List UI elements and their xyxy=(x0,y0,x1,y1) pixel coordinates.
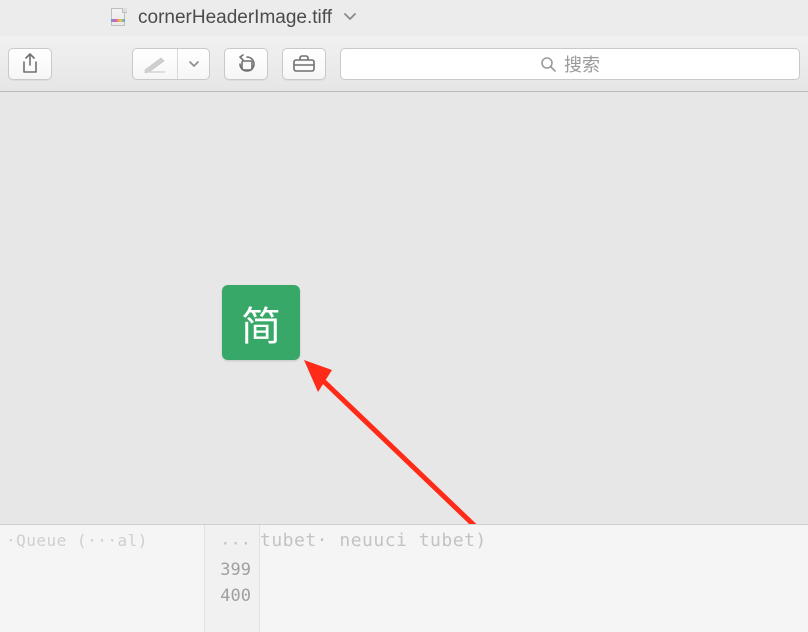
annotation-arrow xyxy=(0,92,808,524)
line-number: 399 xyxy=(205,557,251,583)
share-icon xyxy=(21,53,39,75)
image-canvas: 简 xyxy=(0,92,808,524)
rotate-left-icon xyxy=(234,54,258,74)
share-button[interactable] xyxy=(8,48,52,80)
toolbox-button[interactable] xyxy=(282,48,326,80)
document-title[interactable]: cornerHeaderImage.tiff xyxy=(138,7,332,29)
image-content-tile: 简 xyxy=(222,285,300,360)
line-gutter: ··· 399 400 xyxy=(204,525,260,632)
line-number: 400 xyxy=(205,583,251,609)
toolbar: 搜索 xyxy=(0,36,808,92)
thread-label: ·Queue (···al) xyxy=(6,531,148,550)
tiff-file-icon xyxy=(108,7,130,29)
code-area[interactable]: tubet· neuuci tubet) {cornerHeaderImage … xyxy=(260,525,808,632)
code-line xyxy=(272,609,808,632)
pen-icon[interactable] xyxy=(133,49,177,79)
search-icon xyxy=(540,56,556,72)
thread-panel: ·Queue (···al) xyxy=(0,525,204,632)
window-titlebar: cornerHeaderImage.tiff xyxy=(0,0,808,36)
chevron-down-icon[interactable] xyxy=(177,49,209,79)
markup-split-button[interactable] xyxy=(132,48,210,80)
search-field[interactable]: 搜索 xyxy=(340,48,800,80)
toolbox-icon xyxy=(292,55,316,73)
code-editor-strip: ·Queue (···al) ··· 399 400 tubet· neuuci… xyxy=(0,524,808,632)
chevron-down-icon[interactable] xyxy=(342,8,358,29)
tile-glyph: 简 xyxy=(241,294,281,352)
gutter-faded: ··· xyxy=(205,531,251,557)
code-line-blur: tubet· neuuci tubet) xyxy=(260,525,808,555)
search-placeholder: 搜索 xyxy=(564,51,600,77)
rotate-button[interactable] xyxy=(224,48,268,80)
